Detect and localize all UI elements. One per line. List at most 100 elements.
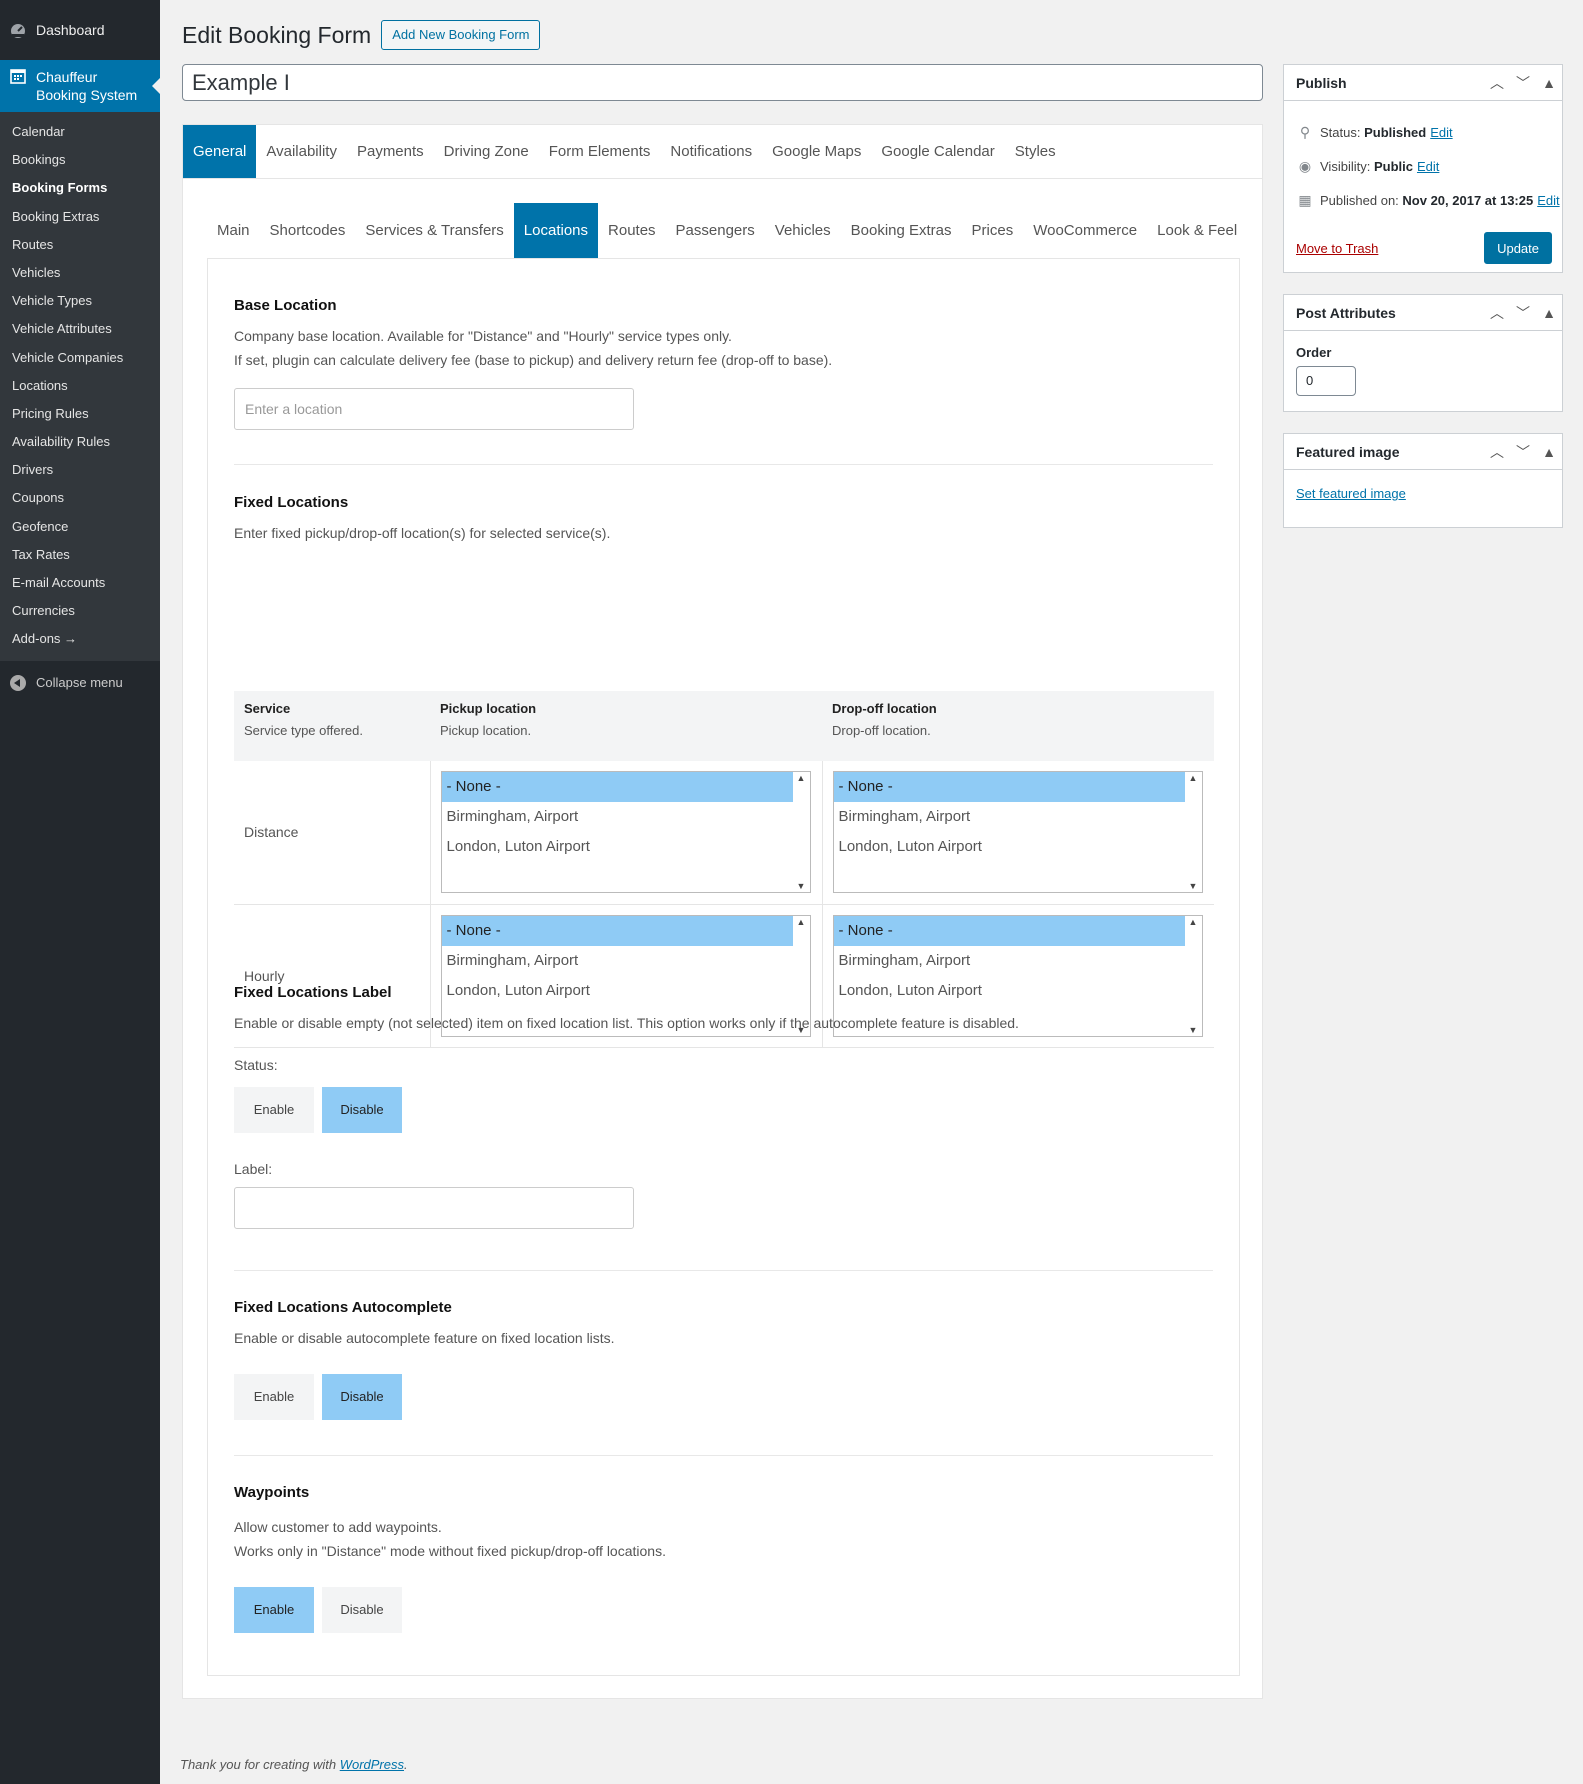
divider (234, 1455, 1213, 1456)
scrollbar[interactable]: ▲ ▼ (1184, 772, 1202, 893)
column-service-title: Service (244, 701, 291, 716)
disable-button[interactable]: Disable (322, 1587, 402, 1633)
submenu-item-vehicles[interactable]: Vehicles (0, 259, 160, 287)
select-option[interactable]: Birmingham, Airport (442, 802, 794, 832)
submenu-item-booking-extras[interactable]: Booking Extras (0, 203, 160, 231)
featured-image-header: Featured image ︿ ﹀ ▲ (1284, 434, 1562, 470)
fixed-locations-label-section: Fixed Locations Label Enable or disable … (234, 984, 1213, 1229)
column-dropoff-title: Drop-off location (832, 701, 937, 716)
tab-general[interactable]: General (183, 125, 257, 178)
post-title-input[interactable]: Example I (182, 64, 1263, 101)
tab-form-elements[interactable]: Form Elements (539, 125, 661, 178)
subtab-look-feel[interactable]: Look & Feel (1147, 203, 1247, 258)
tab-availability[interactable]: Availability (256, 125, 347, 178)
submenu-item-currencies[interactable]: Currencies (0, 597, 160, 625)
set-featured-image-link[interactable]: Set featured image (1296, 486, 1406, 501)
dropoff-cell: - None - Birmingham, Airport London, Lut… (821, 761, 1214, 905)
subtab-shortcodes[interactable]: Shortcodes (260, 203, 356, 258)
column-service-sub: Service type offered. (244, 723, 363, 738)
subtab-passengers[interactable]: Passengers (666, 203, 765, 258)
select-option[interactable]: Birmingham, Airport (834, 802, 1186, 832)
tab-notifications[interactable]: Notifications (660, 125, 762, 178)
tab-driving-zone[interactable]: Driving Zone (434, 125, 539, 178)
edit-visibility-link[interactable]: Edit (1417, 159, 1439, 174)
pickup-location-select[interactable]: - None - Birmingham, Airport London, Lut… (440, 771, 811, 894)
tab-payments[interactable]: Payments (347, 125, 434, 178)
move-to-trash-link[interactable]: Move to Trash (1296, 241, 1378, 256)
select-option[interactable]: London, Luton Airport (442, 832, 794, 862)
submenu-item-booking-forms[interactable]: Booking Forms (0, 174, 160, 202)
select-option[interactable]: - None - (441, 915, 794, 946)
scroll-up-icon[interactable]: ▲ (793, 773, 810, 783)
submenu-item-tax-rates[interactable]: Tax Rates (0, 541, 160, 569)
enable-button[interactable]: Enable (234, 1087, 314, 1133)
toggle-panel-icon[interactable]: ▲ (1536, 305, 1562, 321)
tab-google-calendar[interactable]: Google Calendar (871, 125, 1004, 178)
submenu-item-add-ons[interactable]: Add-ons → (0, 625, 160, 653)
select-option[interactable]: - None - (833, 915, 1186, 946)
submenu-item-bookings[interactable]: Bookings (0, 146, 160, 174)
toggle-panel-icon[interactable]: ▲ (1536, 444, 1562, 460)
submenu-item-pricing-rules[interactable]: Pricing Rules (0, 400, 160, 428)
toggle-panel-icon[interactable]: ▲ (1536, 75, 1562, 91)
edit-status-link[interactable]: Edit (1430, 125, 1452, 140)
add-new-booking-form-button[interactable]: Add New Booking Form (381, 20, 541, 50)
order-input[interactable]: 0 (1296, 366, 1356, 396)
select-option[interactable]: - None - (441, 772, 794, 803)
wordpress-link[interactable]: WordPress (340, 1757, 404, 1772)
scroll-down-icon[interactable]: ▼ (793, 881, 810, 891)
scroll-up-icon[interactable]: ▲ (793, 917, 810, 927)
submenu-item-vehicle-companies[interactable]: Vehicle Companies (0, 344, 160, 372)
submenu-item-email-accounts[interactable]: E-mail Accounts (0, 569, 160, 597)
fixed-label-input[interactable] (234, 1187, 634, 1229)
scroll-up-icon[interactable]: ▲ (1185, 773, 1202, 783)
chevron-down-icon[interactable]: ﹀ (1510, 303, 1536, 323)
submenu-item-coupons[interactable]: Coupons (0, 484, 160, 512)
submenu-item-calendar[interactable]: Calendar (0, 118, 160, 146)
submenu-item-vehicle-types[interactable]: Vehicle Types (0, 287, 160, 315)
collapse-menu-button[interactable]: Collapse menu (0, 665, 160, 701)
select-option[interactable]: Birmingham, Airport (834, 946, 1186, 976)
subtab-locations[interactable]: Locations (513, 203, 599, 258)
select-option[interactable]: - None - (833, 772, 1186, 803)
disable-button[interactable]: Disable (322, 1374, 402, 1420)
dropoff-location-select[interactable]: - None - Birmingham, Airport London, Lut… (832, 771, 1203, 894)
chevron-up-icon[interactable]: ︿ (1484, 442, 1510, 462)
menu-plugin-label: Chauffeur Booking System (36, 69, 138, 103)
subtab-main[interactable]: Main (207, 203, 260, 258)
select-option[interactable]: Birmingham, Airport (442, 946, 794, 976)
scroll-down-icon[interactable]: ▼ (1185, 881, 1202, 891)
subtab-vehicles[interactable]: Vehicles (765, 203, 841, 258)
disable-button[interactable]: Disable (322, 1087, 402, 1133)
scroll-up-icon[interactable]: ▲ (1185, 917, 1202, 927)
subtab-routes[interactable]: Routes (598, 203, 666, 258)
submenu-item-routes[interactable]: Routes (0, 231, 160, 259)
publish-body: ⚲ Status: Published Edit ◉ Visibility: P… (1284, 101, 1562, 273)
submenu-item-vehicle-attributes[interactable]: Vehicle Attributes (0, 315, 160, 343)
base-location-input[interactable]: Enter a location (234, 388, 634, 430)
enable-button[interactable]: Enable (234, 1587, 314, 1633)
submenu-item-geofence[interactable]: Geofence (0, 513, 160, 541)
select-option[interactable]: London, Luton Airport (834, 832, 1186, 862)
tab-google-maps[interactable]: Google Maps (762, 125, 871, 178)
menu-chauffeur-booking-system[interactable]: Chauffeur Booking System (0, 60, 160, 112)
scrollbar[interactable]: ▲ ▼ (792, 772, 810, 893)
submenu-item-locations[interactable]: Locations (0, 372, 160, 400)
submenu-item-availability-rules[interactable]: Availability Rules (0, 428, 160, 456)
column-pickup: Pickup location Pickup location. (430, 691, 822, 761)
tab-styles[interactable]: Styles (1005, 125, 1066, 178)
chevron-up-icon[interactable]: ︿ (1484, 303, 1510, 323)
enable-button[interactable]: Enable (234, 1374, 314, 1420)
footer: Thank you for creating with WordPress. (180, 1757, 408, 1772)
subtab-prices[interactable]: Prices (962, 203, 1024, 258)
submenu-item-drivers[interactable]: Drivers (0, 456, 160, 484)
edit-date-link[interactable]: Edit (1537, 193, 1559, 208)
subtab-services-transfers[interactable]: Services & Transfers (355, 203, 513, 258)
menu-dashboard[interactable]: Dashboard (0, 0, 160, 60)
chevron-down-icon[interactable]: ﹀ (1510, 442, 1536, 462)
subtab-booking-extras[interactable]: Booking Extras (841, 203, 962, 258)
chevron-up-icon[interactable]: ︿ (1484, 73, 1510, 93)
subtab-woocommerce[interactable]: WooCommerce (1023, 203, 1147, 258)
chevron-down-icon[interactable]: ﹀ (1510, 73, 1536, 93)
update-button[interactable]: Update (1484, 232, 1552, 264)
